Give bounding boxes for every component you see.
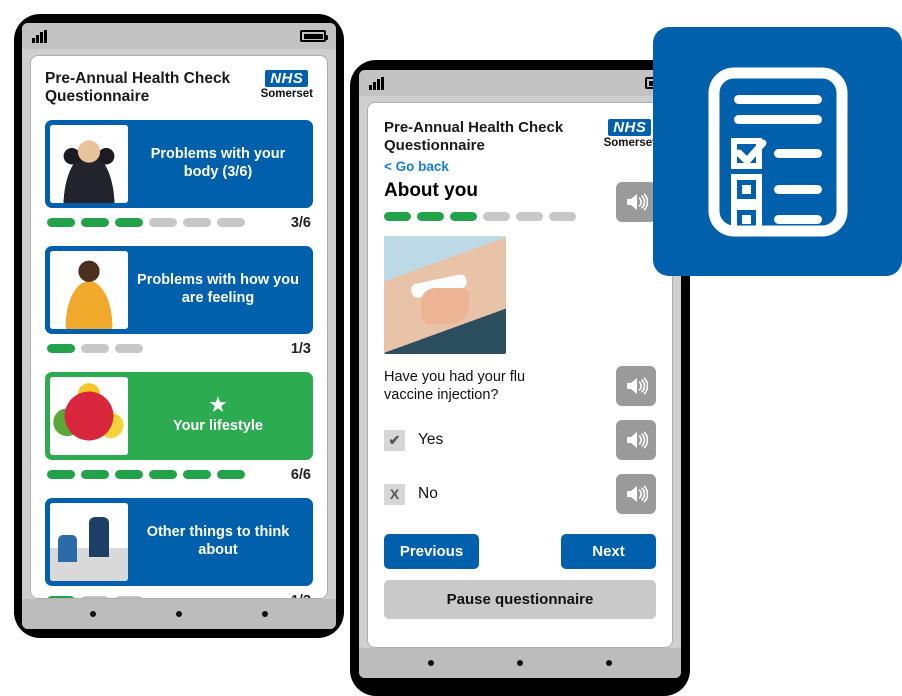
progress-pills xyxy=(47,218,245,228)
card-thumbnail xyxy=(50,376,128,455)
card-progress-row: 1/3 xyxy=(47,593,311,598)
phone-2-header: Pre-Annual Health Check Questionnaire < … xyxy=(384,119,656,174)
section-title-row: About you xyxy=(384,180,656,223)
card-progress-row: 3/6 xyxy=(47,215,311,231)
page-title: Pre-Annual Health Check Questionnaire xyxy=(45,70,231,106)
go-back-link[interactable]: < Go back xyxy=(384,159,604,174)
card-thumbnail xyxy=(50,124,128,203)
answer-option-yes[interactable]: ✔ Yes xyxy=(384,420,656,461)
phone-2-nav-bar xyxy=(359,648,681,678)
nhs-logo-mark: NHS xyxy=(608,119,652,136)
nhs-logo-subtitle: Somerset xyxy=(603,137,656,149)
nhs-somerset-logo: NHS Somerset xyxy=(261,70,313,101)
nav-dot-home[interactable] xyxy=(516,660,523,666)
card-progress-row: 1/3 xyxy=(47,341,311,357)
nhs-somerset-logo: NHS Somerset xyxy=(604,119,656,150)
phone-1-nav-bar xyxy=(22,599,336,629)
phone-2-screen: Pre-Annual Health Check Questionnaire < … xyxy=(367,102,673,648)
pause-questionnaire-button[interactable]: Pause questionnaire xyxy=(384,580,656,620)
answer-option-no[interactable]: X No xyxy=(384,474,656,515)
speaker-audio-icon xyxy=(627,193,648,211)
answer-option-no-left: X No xyxy=(384,483,438,505)
section-card-other-things-to-think-about[interactable]: Other things to think about xyxy=(45,497,313,586)
questionnaire-app-icon-tile xyxy=(653,27,902,276)
phone-1-header: Pre-Annual Health Check Questionnaire NH… xyxy=(45,70,313,107)
section-card-problems-with-how-you-are-feeling[interactable]: Problems with how you are feeling xyxy=(45,245,313,334)
card-label: Problems with how you are feeling xyxy=(137,272,299,306)
phone-1-status-bar xyxy=(22,23,336,49)
answer-option-yes-label: Yes xyxy=(418,431,444,449)
progress-pills xyxy=(47,344,143,354)
nhs-logo-subtitle: Somerset xyxy=(260,88,313,100)
question-text: Have you had your flu vaccine injection? xyxy=(384,369,526,404)
section-title: About you xyxy=(384,180,478,202)
card-label-wrap: ★ Your lifestyle xyxy=(128,377,308,455)
nav-dot-home[interactable] xyxy=(176,611,182,617)
answer-option-yes-left: ✔ Yes xyxy=(384,429,444,451)
card-label: Your lifestyle xyxy=(173,417,263,434)
question-image xyxy=(384,236,506,355)
signal-bars-icon xyxy=(369,76,384,90)
phone-1-screen: Pre-Annual Health Check Questionnaire NH… xyxy=(30,55,328,599)
progress-fraction: 1/3 xyxy=(291,593,311,598)
section-card-your-lifestyle[interactable]: ★ Your lifestyle xyxy=(45,371,313,460)
card-thumbnail xyxy=(50,502,128,581)
progress-pills xyxy=(47,470,245,480)
answer-option-no-label: No xyxy=(418,485,438,503)
star-icon: ★ xyxy=(209,394,227,416)
x-mark-icon[interactable]: X xyxy=(384,483,405,505)
phone-2-status-bar xyxy=(359,70,681,96)
question-row: Have you had your flu vaccine injection? xyxy=(384,366,656,407)
page-title: Pre-Annual Health Check Questionnaire xyxy=(384,119,564,154)
nav-dot-back[interactable] xyxy=(428,660,435,666)
progress-fraction: 1/3 xyxy=(290,340,311,357)
nav-dot-back[interactable] xyxy=(90,611,96,617)
card-progress-row: 6/6 xyxy=(47,467,311,483)
nav-dot-recents[interactable] xyxy=(605,660,612,666)
check-mark-icon[interactable]: ✔ xyxy=(384,429,405,451)
phone-2-screen-wrap: Pre-Annual Health Check Questionnaire < … xyxy=(359,96,681,648)
progress-pills xyxy=(47,596,143,598)
speaker-audio-icon xyxy=(627,377,648,395)
speaker-audio-icon-yes[interactable] xyxy=(616,420,656,461)
speaker-audio-icon-no[interactable] xyxy=(616,474,656,515)
phone-2-body: Pre-Annual Health Check Questionnaire < … xyxy=(359,70,681,678)
speaker-audio-icon-section[interactable] xyxy=(616,182,656,223)
signal-bars-icon xyxy=(32,29,47,43)
navigation-button-row: Previous Next xyxy=(384,534,656,570)
phone-1-screen-wrap: Pre-Annual Health Check Questionnaire NH… xyxy=(22,49,336,599)
next-button[interactable]: Next xyxy=(561,534,656,570)
previous-button[interactable]: Previous xyxy=(384,534,479,570)
clipboard-checklist-icon xyxy=(708,67,847,236)
speaker-audio-icon xyxy=(627,485,648,503)
phone-1-body: Pre-Annual Health Check Questionnaire NH… xyxy=(22,23,336,629)
phone-device-1: Pre-Annual Health Check Questionnaire NH… xyxy=(14,14,344,638)
card-label: Other things to think about xyxy=(146,524,290,558)
section-card-problems-with-your-body[interactable]: Problems with your body (3/6) xyxy=(45,119,313,208)
card-thumbnail xyxy=(50,250,128,329)
card-label: Problems with your body (3/6) xyxy=(150,146,286,180)
nhs-logo-mark: NHS xyxy=(265,70,309,87)
speaker-audio-icon xyxy=(627,431,648,449)
phone-device-2: Pre-Annual Health Check Questionnaire < … xyxy=(350,60,690,696)
illustration-stage: Pre-Annual Health Check Questionnaire NH… xyxy=(0,0,902,696)
question-page: Pre-Annual Health Check Questionnaire < … xyxy=(368,103,672,647)
battery-full-icon xyxy=(300,30,328,42)
nav-dot-recents[interactable] xyxy=(262,611,268,617)
questionnaire-home-page: Pre-Annual Health Check Questionnaire NH… xyxy=(31,56,327,598)
progress-fraction: 6/6 xyxy=(290,466,311,483)
progress-pills xyxy=(384,212,616,222)
progress-fraction: 3/6 xyxy=(290,214,311,231)
speaker-audio-icon-question[interactable] xyxy=(616,366,656,407)
